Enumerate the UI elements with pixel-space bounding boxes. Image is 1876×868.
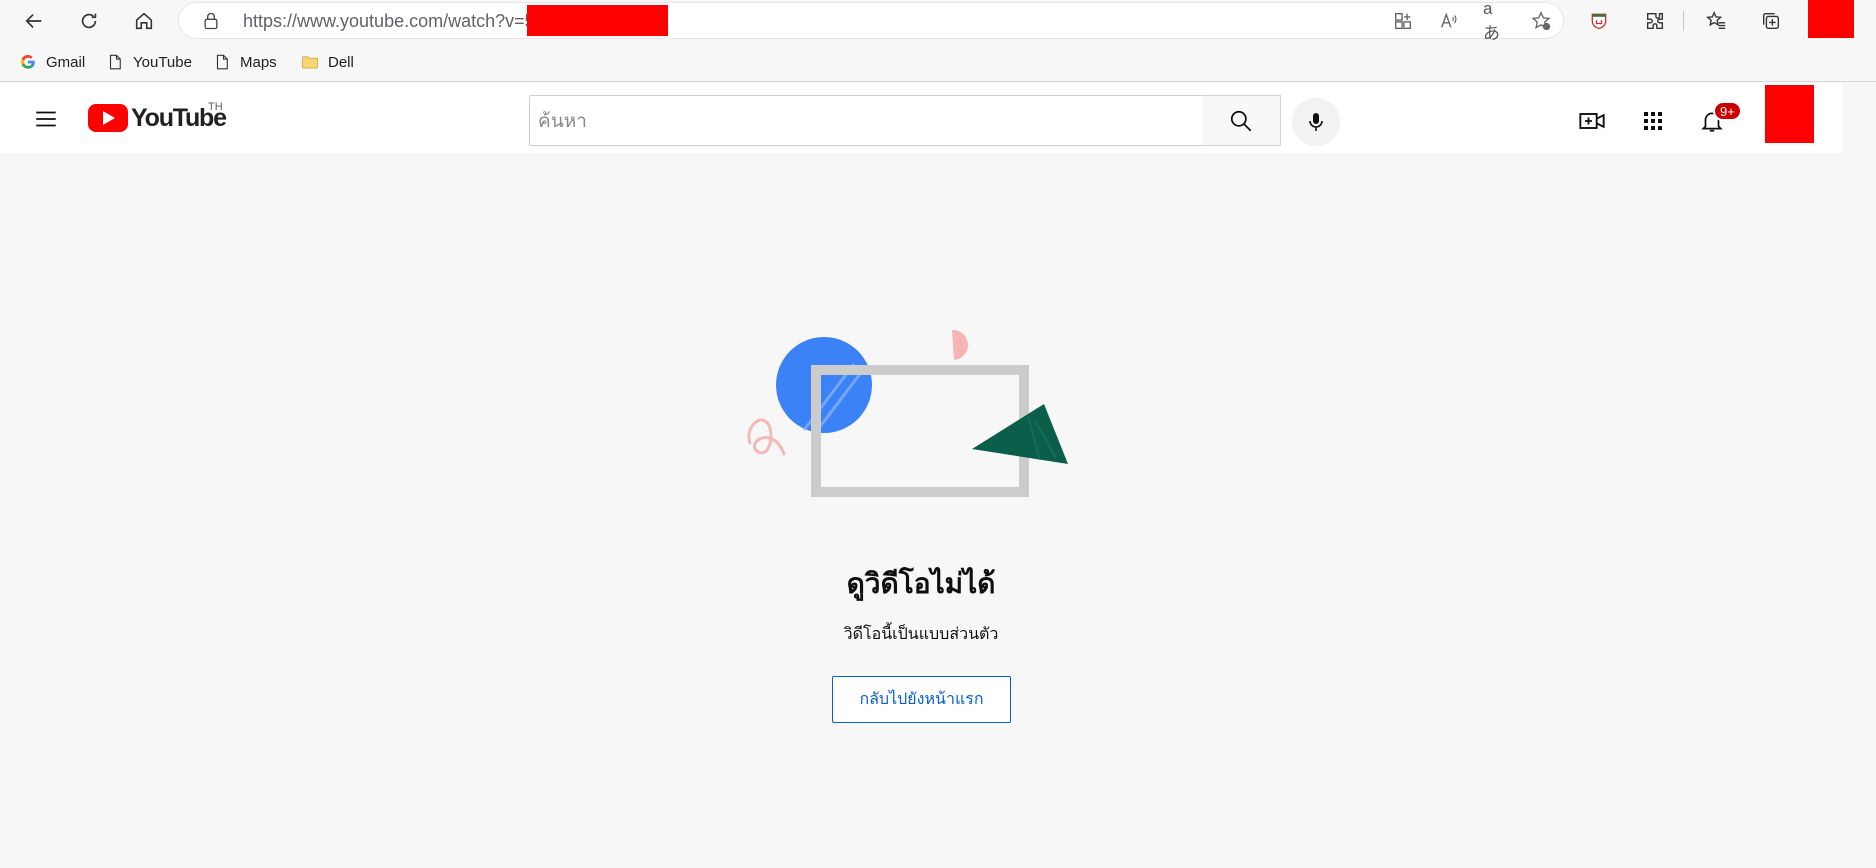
page-icon — [105, 52, 125, 72]
hamburger-icon — [36, 111, 56, 127]
arrow-left-icon — [25, 13, 42, 29]
pink-half-circle-shape — [952, 329, 969, 360]
lock-icon[interactable] — [201, 11, 221, 31]
create-button[interactable] — [1572, 101, 1612, 141]
app-available-icon[interactable] — [1391, 9, 1415, 33]
browser-toolbar: https://www.youtube.com/watch?v=5 aあ — [0, 0, 1876, 43]
bookmarks-bar: Gmail YouTube Maps Dell — [0, 42, 1876, 82]
scrollbar[interactable] — [1842, 83, 1876, 868]
bookmark-youtube[interactable]: YouTube — [105, 50, 192, 74]
read-aloud-icon[interactable] — [1437, 9, 1461, 33]
page-icon — [212, 52, 232, 72]
extension-shield-icon[interactable] — [1584, 6, 1614, 36]
collections-icon[interactable] — [1756, 6, 1786, 36]
url-redaction — [527, 5, 668, 36]
extensions-puzzle-icon[interactable] — [1640, 6, 1670, 36]
microphone-icon — [1309, 113, 1323, 131]
folder-icon — [300, 52, 320, 72]
error-message: วิดีโอนี้เป็นแบบส่วนตัว — [843, 624, 999, 643]
search-icon — [1230, 110, 1252, 131]
bookmark-label: Gmail — [46, 53, 86, 71]
avatar[interactable] — [1765, 85, 1814, 143]
voice-search-button[interactable] — [1292, 98, 1340, 146]
video-add-icon — [1579, 113, 1605, 129]
address-bar[interactable]: https://www.youtube.com/watch?v=5 aあ — [178, 0, 1564, 43]
search-input[interactable] — [530, 96, 1202, 145]
bookmark-gmail[interactable]: Gmail — [18, 50, 85, 74]
youtube-logo[interactable]: YouTube — [88, 101, 227, 135]
bookmark-label: YouTube — [133, 53, 192, 71]
go-home-button[interactable]: กลับไปยังหน้าแรก — [832, 676, 1011, 723]
country-code: TH — [208, 101, 223, 113]
squiggle-shape — [747, 418, 786, 456]
bookmark-maps[interactable]: Maps — [212, 50, 277, 74]
apps-button[interactable] — [1633, 101, 1673, 141]
youtube-play-icon — [88, 104, 128, 132]
profile-redaction[interactable] — [1808, 0, 1854, 38]
home-browser-button[interactable] — [127, 4, 161, 38]
error-illustration — [747, 329, 1068, 497]
guide-menu-button[interactable] — [26, 99, 66, 139]
favorites-icon[interactable] — [1701, 6, 1731, 36]
search-box[interactable] — [529, 95, 1203, 146]
youtube-header: YouTube TH 9+ — [0, 83, 1842, 153]
url-text[interactable]: https://www.youtube.com/watch?v=5 — [243, 11, 535, 32]
bookmark-dell[interactable]: Dell — [300, 50, 354, 74]
search-button[interactable] — [1202, 95, 1281, 146]
back-button[interactable] — [17, 4, 51, 38]
home-icon — [135, 12, 153, 30]
toolbar-separator — [1683, 11, 1684, 31]
bookmark-label: Maps — [240, 53, 277, 71]
apps-grid-icon — [1644, 112, 1662, 130]
google-icon — [18, 52, 38, 72]
translate-icon[interactable]: aあ — [1483, 0, 1507, 43]
blue-circle-shape — [776, 337, 872, 433]
notification-badge: 9+ — [1713, 101, 1742, 121]
bookmark-label: Dell — [328, 53, 354, 71]
error-title: ดูวิดีโอไม่ได้ — [846, 567, 996, 600]
refresh-button[interactable] — [72, 4, 106, 38]
refresh-icon — [81, 13, 97, 29]
favorite-add-icon[interactable] — [1529, 9, 1553, 33]
